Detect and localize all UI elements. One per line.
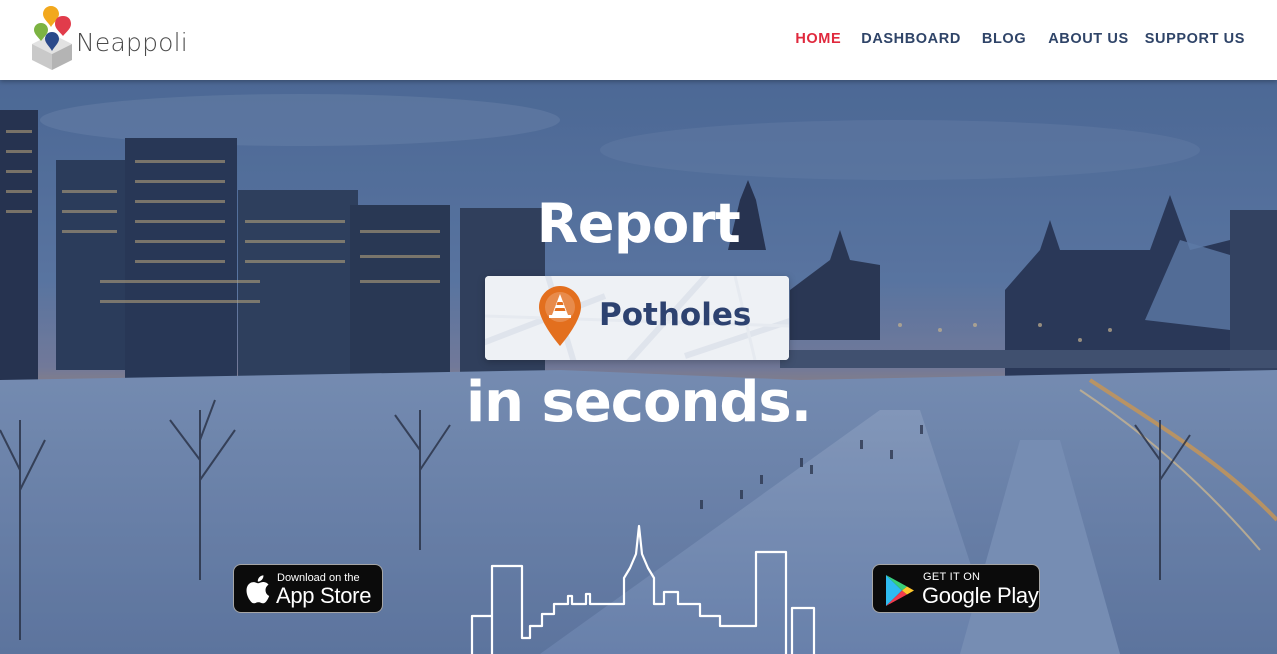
google-play-icon <box>886 575 914 606</box>
neappoli-logo-icon <box>32 6 72 70</box>
city-skyline-outline <box>470 524 816 654</box>
app-store-button[interactable]: Download on the App Store <box>233 564 383 613</box>
hero-headline-top: Report <box>536 192 741 255</box>
main-nav: HOME DASHBOARD BLOG ABOUT US SUPPORT US <box>795 31 1245 47</box>
nav-about-us[interactable]: ABOUT US <box>1048 31 1129 47</box>
google-play-button[interactable]: GET IT ON Google Play <box>872 564 1040 613</box>
nav-home[interactable]: HOME <box>795 31 841 47</box>
nav-blog[interactable]: BLOG <box>982 31 1026 47</box>
app-store-title: App Store <box>276 583 372 608</box>
google-play-caption: GET IT ON <box>923 571 981 583</box>
apple-icon <box>246 575 270 604</box>
google-play-title: Google Play <box>922 583 1039 608</box>
brand-logo[interactable]: Neappoli <box>30 4 190 70</box>
nav-dashboard[interactable]: DASHBOARD <box>861 31 961 47</box>
report-category-card: Potholes <box>485 276 789 360</box>
hero-section: Report Potholes in seconds. Download on … <box>0 80 1277 654</box>
site-header: Neappoli HOME DASHBOARD BLOG ABOUT US SU… <box>0 0 1277 80</box>
brand-name: Neappoli <box>76 28 188 57</box>
hero-headline-bottom: in seconds. <box>465 370 812 435</box>
pothole-pin-icon <box>539 286 581 346</box>
nav-support-us[interactable]: SUPPORT US <box>1145 31 1245 47</box>
report-category-label: Potholes <box>599 297 752 333</box>
